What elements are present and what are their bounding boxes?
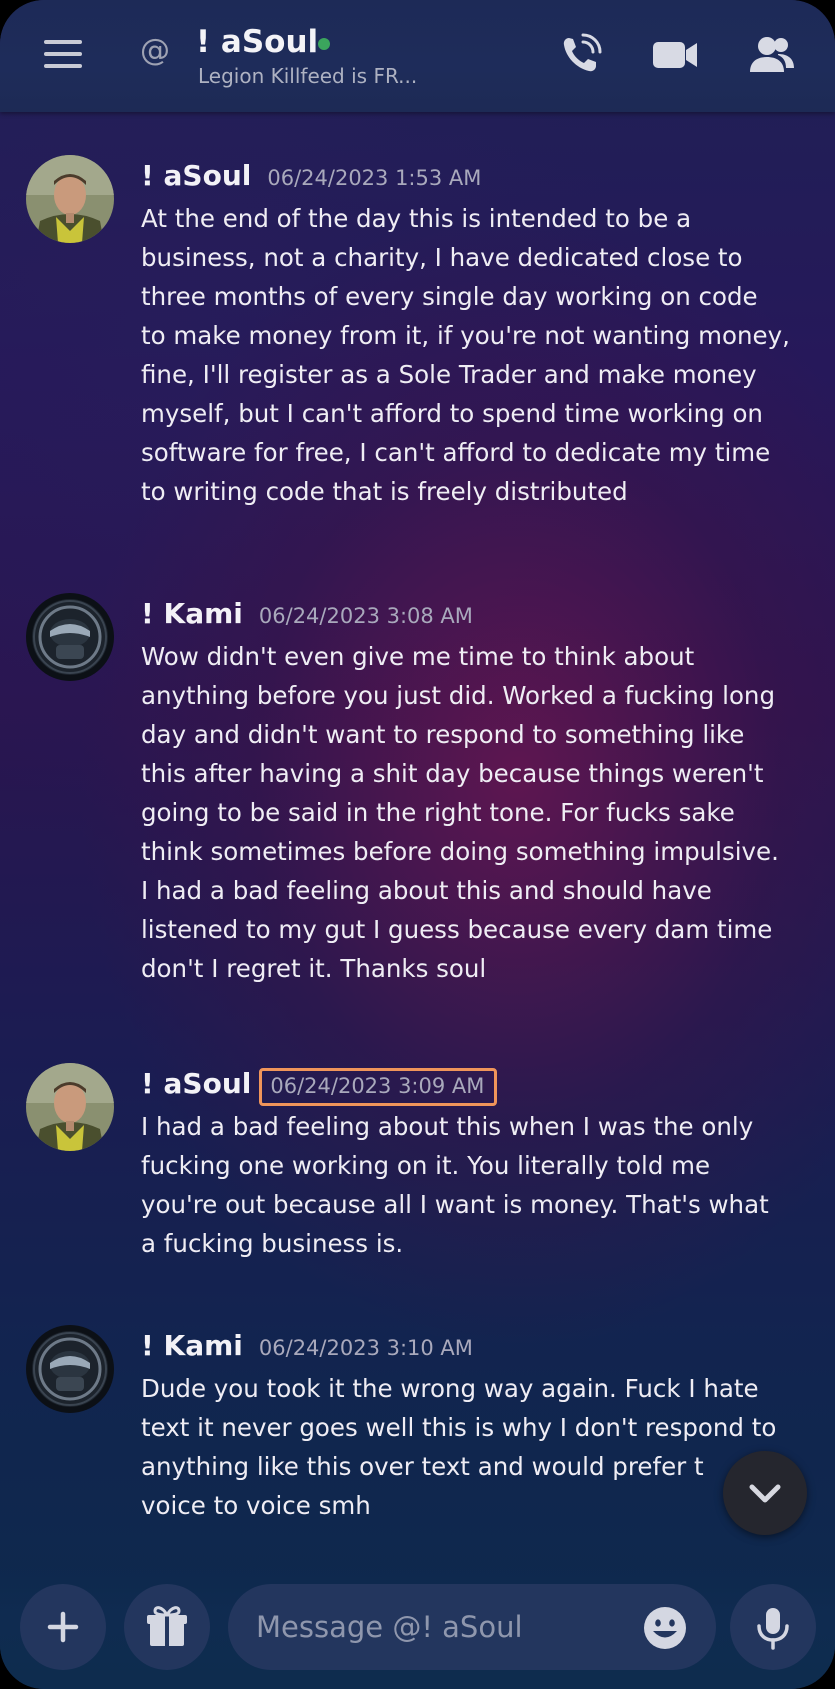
voice-call-button[interactable]	[555, 30, 605, 80]
message-line: a fucking business is.	[141, 1229, 404, 1258]
message-text: At the end of the day this is intended t…	[141, 199, 831, 511]
voice-message-button[interactable]	[730, 1584, 816, 1670]
message-line: At the end of the day this is intended t…	[141, 204, 692, 233]
message-text: I had a bad feeling about this when I wa…	[141, 1107, 831, 1263]
emoji-icon	[644, 1607, 686, 1649]
avatar[interactable]	[26, 593, 114, 681]
message-line: think sometimes before doing something i…	[141, 837, 779, 866]
members-button[interactable]	[747, 30, 797, 80]
avatar[interactable]	[26, 1063, 114, 1151]
author-name[interactable]: ! Kami	[141, 597, 243, 630]
message-line: anything before you just did. Worked a f…	[141, 681, 776, 710]
hamburger-menu-icon[interactable]	[44, 40, 82, 68]
message-header: ! aSoul 06/24/2023 1:53 AM	[141, 159, 481, 197]
at-symbol-icon: @	[140, 33, 170, 68]
author-name[interactable]: ! aSoul	[141, 1067, 251, 1100]
soldier-avatar-icon	[26, 1063, 114, 1151]
gift-icon	[147, 1606, 187, 1646]
message-line: to writing code that is freely distribut…	[141, 477, 628, 506]
message-line: day and didn't want to respond to someth…	[141, 720, 745, 749]
message-line: fucking one working on it. You literally…	[141, 1151, 711, 1180]
message-line: software for free, I can't afford to ded…	[141, 438, 771, 467]
message-line: Dude you took it the wrong way again. Fu…	[141, 1374, 759, 1403]
voice-call-icon	[563, 33, 602, 72]
message-line: don't I regret it. Thanks soul	[141, 954, 487, 983]
message-line: I had a bad feeling about this when I wa…	[141, 1112, 754, 1141]
author-name[interactable]: ! Kami	[141, 1329, 243, 1362]
message-line: I had a bad feeling about this and shoul…	[141, 876, 712, 905]
author-name[interactable]: ! aSoul	[141, 159, 251, 192]
scroll-to-bottom-button[interactable]	[723, 1451, 807, 1535]
avatar[interactable]	[26, 1325, 114, 1413]
members-icon	[750, 37, 794, 72]
message-line: myself, but I can't afford to spend time…	[141, 399, 763, 428]
message-line: three months of every single day working…	[141, 282, 758, 311]
emoji-button[interactable]	[640, 1603, 690, 1653]
message-line: text it never goes well this is why I do…	[141, 1413, 777, 1442]
custom-status-text[interactable]: Legion Killfeed is FR...	[198, 64, 417, 88]
helmet-avatar-icon	[26, 593, 114, 681]
dm-screen: ! aSoul 06/24/2023 1:53 AM At the end of …	[0, 0, 835, 1689]
soldier-avatar-icon	[26, 155, 114, 243]
timestamp: 06/24/2023 3:10 AM	[258, 1336, 473, 1360]
message-line: fine, I'll register as a Sole Trader and…	[141, 360, 757, 389]
timestamp: 06/24/2023 3:08 AM	[258, 604, 473, 628]
helmet-avatar-icon	[26, 1325, 114, 1413]
online-status-dot	[318, 38, 330, 50]
gift-button[interactable]	[124, 1584, 210, 1670]
add-attachment-button[interactable]	[20, 1584, 106, 1670]
message-text: Wow didn't even give me time to think ab…	[141, 637, 831, 988]
dm-recipient-name[interactable]: ! aSoul	[196, 24, 318, 60]
chat-header: @ ! aSoul Legion Killfeed is FR...	[0, 0, 835, 112]
timestamp: 06/24/2023 1:53 AM	[267, 166, 482, 190]
video-call-button[interactable]	[650, 30, 700, 80]
timestamp-highlighted: 06/24/2023 3:09 AM	[259, 1068, 498, 1106]
message-line: to make money from it, if you're not wan…	[141, 321, 790, 350]
message-line: you're out because all I want is money. …	[141, 1190, 769, 1219]
message-line: listened to my gut I guess because every…	[141, 915, 773, 944]
message-header: ! aSoul 06/24/2023 3:09 AM	[141, 1067, 498, 1106]
chevron-down-icon	[749, 1484, 781, 1503]
plus-icon	[47, 1611, 79, 1643]
video-call-icon	[653, 42, 697, 68]
message-line: going to be said in the right tone. For …	[141, 798, 735, 827]
message-line: Wow didn't even give me time to think ab…	[141, 642, 695, 671]
avatar[interactable]	[26, 155, 114, 243]
message-line: this after having a shit day because thi…	[141, 759, 764, 788]
message-header: ! Kami 06/24/2023 3:08 AM	[141, 597, 473, 635]
message-header: ! Kami 06/24/2023 3:10 AM	[141, 1329, 473, 1367]
message-line: business, not a charity, I have dedicate…	[141, 243, 743, 272]
microphone-icon	[757, 1608, 789, 1650]
